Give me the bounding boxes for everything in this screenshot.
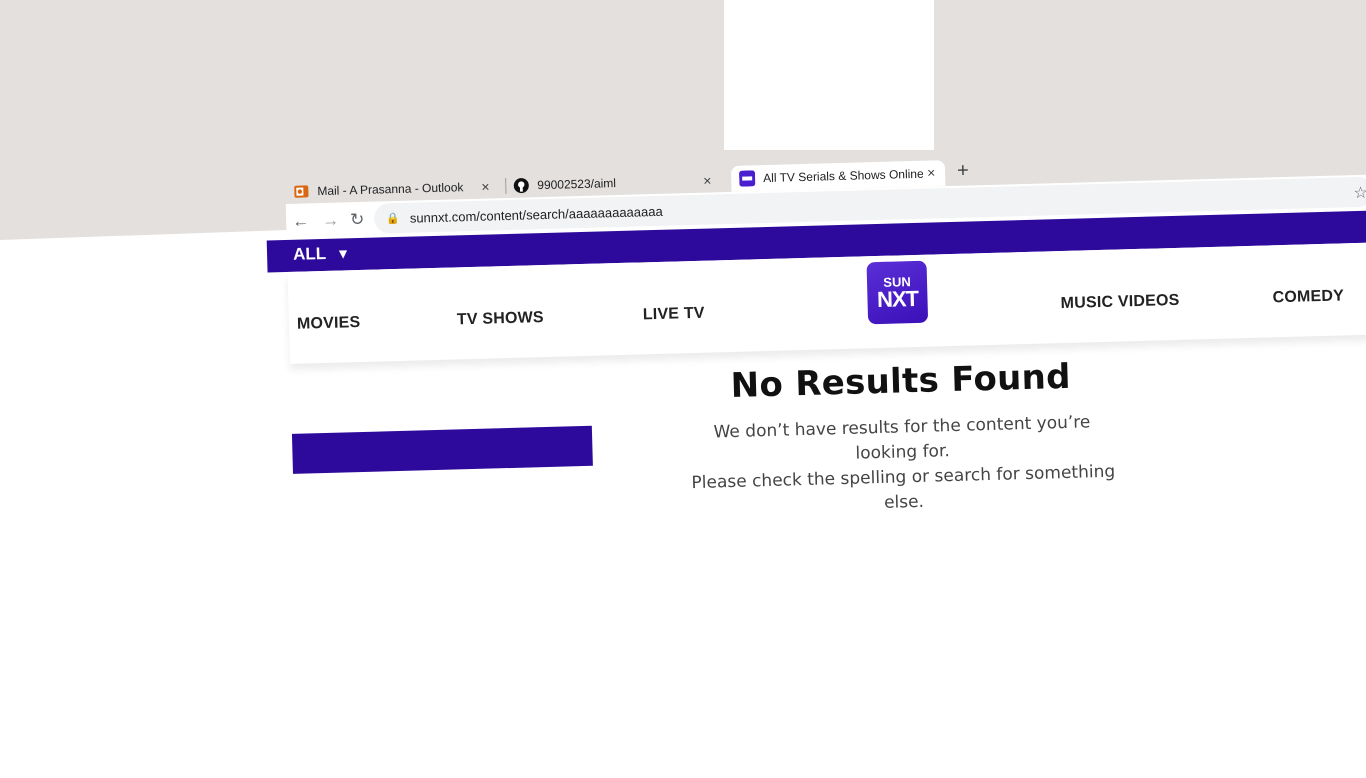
reload-icon[interactable]: ↻ [350, 210, 365, 230]
message-line-2: Please check the spelling or search for … [691, 461, 1116, 513]
nav-movies[interactable]: MOVIES [297, 314, 361, 334]
close-icon[interactable]: × [927, 164, 936, 180]
message-line-1: We don’t have results for the content yo… [713, 412, 1091, 464]
sunnxt-logo[interactable]: SUN NXT [866, 260, 929, 325]
tab-title: Mail - A Prasanna - Outlook [317, 180, 464, 199]
chevron-down-icon: ▼ [335, 245, 351, 262]
tab-title: All TV Serials & Shows Online | Wat [762, 166, 924, 186]
nav-comedy[interactable]: COMEDY [1272, 287, 1344, 307]
no-results-panel: No Results Found We don’t have results f… [680, 355, 1124, 521]
bookmark-star-icon[interactable]: ☆ [1353, 183, 1366, 203]
logo-text-bottom: NXT [876, 285, 919, 312]
category-label: ALL [292, 243, 327, 264]
browser-window: Mail - A Prasanna - Outlook × 99002523/a… [266, 148, 1366, 778]
no-results-heading: No Results Found [730, 356, 1072, 407]
tab-divider [505, 178, 507, 195]
forward-icon[interactable]: → [322, 211, 340, 231]
back-icon[interactable]: ← [292, 211, 310, 231]
outlook-icon [293, 183, 309, 199]
sunnxt-icon [739, 170, 756, 187]
page-header-bar-edge [291, 425, 593, 474]
github-icon [513, 177, 529, 194]
category-dropdown[interactable]: ALL ▼ [293, 243, 350, 265]
nav-live-tv[interactable]: LIVE TV [643, 305, 705, 325]
no-results-message: We don’t have results for the content yo… [682, 409, 1125, 521]
nav-music-videos[interactable]: MUSIC VIDEOS [1060, 292, 1179, 313]
lock-icon: 🔒 [385, 212, 401, 225]
tab-title: 99002523/aiml [537, 176, 617, 193]
url-text: sunnxt.com/content/search/aaaaaaaaaaaaa [409, 203, 663, 226]
nav-tv-shows[interactable]: TV SHOWS [457, 309, 544, 329]
new-tab-button[interactable]: + [957, 160, 969, 183]
close-icon[interactable]: × [703, 172, 712, 188]
background-window [724, 0, 934, 150]
close-icon[interactable]: × [481, 178, 490, 194]
